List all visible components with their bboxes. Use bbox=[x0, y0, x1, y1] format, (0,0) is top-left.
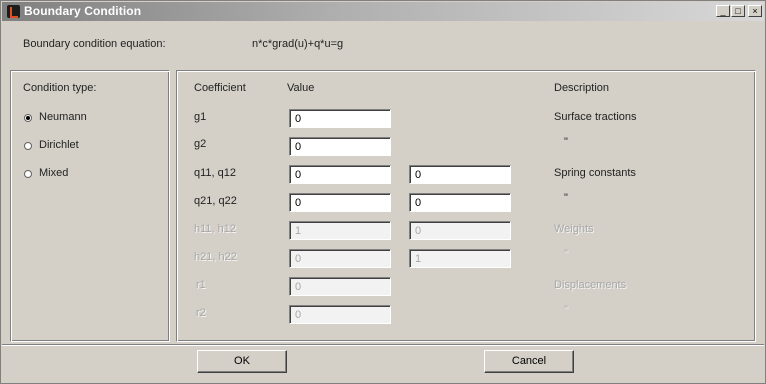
window-title: Boundary Condition bbox=[24, 4, 142, 18]
description-row-4: " bbox=[564, 192, 568, 204]
title-bar[interactable]: Boundary Condition _ □ × bbox=[2, 2, 764, 21]
value-header: Value bbox=[287, 82, 315, 94]
neumann-radio[interactable] bbox=[24, 114, 32, 122]
q12-value-field[interactable]: 0 bbox=[409, 165, 511, 184]
minimize-button[interactable]: _ bbox=[716, 5, 730, 17]
h12-value-field[interactable]: 0 bbox=[409, 221, 511, 240]
coef-label-q21-q22: q21, q22 bbox=[194, 195, 237, 207]
equation-label: Boundary condition equation: bbox=[23, 38, 166, 50]
condition-type-heading: Condition type: bbox=[23, 82, 97, 94]
dirichlet-radio[interactable] bbox=[24, 142, 32, 150]
close-button[interactable]: × bbox=[748, 5, 762, 17]
h21-value-field[interactable]: 0 bbox=[289, 249, 391, 268]
q22-value-field[interactable]: 0 bbox=[409, 193, 511, 212]
coef-label-r2: r2 bbox=[196, 307, 206, 319]
boundary-condition-dialog: Boundary Condition _ □ × Boundary condit… bbox=[0, 0, 766, 384]
q21-value-field[interactable]: 0 bbox=[289, 193, 391, 212]
r1-value-field[interactable]: 0 bbox=[289, 277, 391, 296]
maximize-button[interactable]: □ bbox=[731, 5, 745, 17]
dirichlet-label[interactable]: Dirichlet bbox=[39, 139, 79, 151]
g1-value-field[interactable]: 0 bbox=[289, 109, 391, 128]
footer-divider bbox=[2, 344, 764, 346]
g2-value-field[interactable]: 0 bbox=[289, 137, 391, 156]
cancel-button[interactable]: Cancel bbox=[484, 350, 574, 373]
mixed-radio[interactable] bbox=[24, 170, 32, 178]
coef-label-h21-h22: h21, h22 bbox=[194, 251, 237, 263]
h22-value-field[interactable]: 1 bbox=[409, 249, 511, 268]
description-row-1: Surface tractions bbox=[554, 111, 637, 123]
coef-label-g2: g2 bbox=[194, 138, 207, 150]
equation-value: n*c*grad(u)+q*u=g bbox=[252, 38, 344, 50]
matlab-app-icon bbox=[7, 5, 20, 18]
h11-value-field[interactable]: 1 bbox=[289, 221, 391, 240]
description-row-8: " bbox=[564, 304, 568, 316]
ok-button[interactable]: OK bbox=[197, 350, 287, 373]
coefficients-panel: Coefficient Value Description g1 0 Surfa… bbox=[176, 70, 756, 342]
equation-row: Boundary condition equation: n*c*grad(u)… bbox=[2, 22, 764, 64]
description-row-3: Spring constants bbox=[554, 167, 636, 179]
description-row-2: " bbox=[564, 136, 568, 148]
description-row-6: " bbox=[564, 248, 568, 260]
coefficient-header: Coefficient bbox=[194, 82, 246, 94]
r2-value-field[interactable]: 0 bbox=[289, 305, 391, 324]
neumann-label[interactable]: Neumann bbox=[39, 111, 87, 123]
coef-label-g1: g1 bbox=[194, 111, 207, 123]
coef-label-h11-h12: h11, h12 bbox=[194, 223, 237, 235]
description-row-5: Weights bbox=[554, 223, 594, 235]
coef-label-q11-q12: q11, q12 bbox=[194, 167, 237, 179]
coef-label-r1: r1 bbox=[196, 279, 206, 291]
q11-value-field[interactable]: 0 bbox=[289, 165, 391, 184]
description-header: Description bbox=[554, 82, 610, 94]
mixed-label[interactable]: Mixed bbox=[39, 167, 68, 179]
condition-type-panel: Condition type: Neumann Dirichlet Mixed bbox=[10, 70, 170, 342]
description-row-7: Displacements bbox=[554, 279, 627, 291]
